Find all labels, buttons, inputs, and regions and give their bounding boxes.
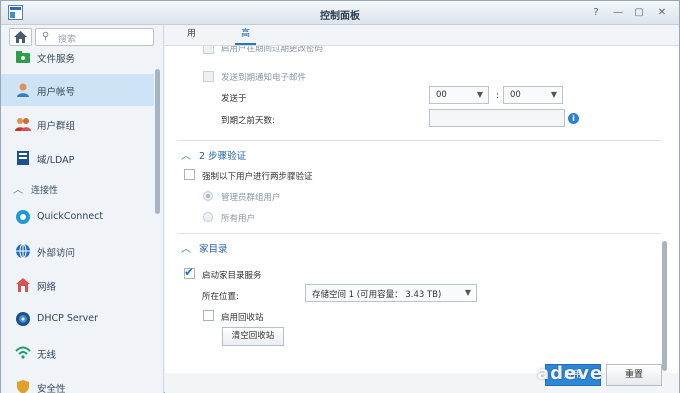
quickconnect-icon [15, 209, 31, 225]
sidebar-item-external-access[interactable]: 外部访问 [1, 235, 154, 267]
days-before-input[interactable] [429, 109, 565, 127]
sidebar-item-label: 无线 [37, 350, 57, 361]
twostep-section-title: 2 步骤验证 [199, 151, 247, 162]
info-icon[interactable]: i [568, 113, 579, 124]
admins-radio[interactable] [203, 191, 213, 201]
window-title: 控制面板 [320, 11, 360, 22]
sidebar-item-user-groups[interactable]: 用户群组 [1, 108, 154, 140]
sidebar-item-domain-ldap[interactable]: 域/LDAP [1, 142, 154, 174]
recycle-bin-checkbox[interactable] [203, 310, 214, 321]
expiry-notify-label: 发送到期通知电子邮件 [221, 73, 307, 83]
empty-recycle-bin-button[interactable]: 清空回收站 [222, 327, 284, 346]
sidebar-item-label: 文件服务 [37, 54, 76, 65]
divider [177, 233, 661, 234]
shield-icon [15, 379, 31, 393]
chevron-down-icon: ▼ [476, 90, 483, 99]
enforce-twostep-label: 强制以下用户进行两步骤验证 [202, 172, 313, 182]
sidebar-item-label: QuickConnect [37, 211, 104, 222]
minimize-icon[interactable]: — [611, 6, 625, 20]
sidebar-item-label: 安全性 [37, 384, 66, 393]
days-before-label: 到期之前天数: [221, 116, 275, 126]
help-icon[interactable]: ? [589, 6, 603, 20]
title-bar: 控制面板 ? — ▢ ✕ [1, 1, 679, 25]
sidebar-item-label: DHCP Server [37, 313, 98, 324]
sidebar-section-label: 连接性 [31, 186, 59, 196]
sidebar-item-label: 外部访问 [37, 248, 76, 259]
admins-radio-label: 管理员群组用户 [221, 193, 281, 203]
sidebar-item-label: 用户帐号 [37, 87, 76, 98]
dhcp-icon [15, 311, 31, 327]
all-users-radio[interactable] [203, 212, 213, 222]
sidebar-item-label: 域/LDAP [37, 155, 75, 166]
time-colon: : [496, 91, 499, 101]
all-users-radio-label: 所有用户 [221, 214, 256, 224]
close-icon[interactable]: ✕ [655, 6, 669, 20]
watermark-text: adeve [537, 363, 604, 384]
wifi-icon [15, 345, 31, 361]
sidebar-item-network[interactable]: 网络 [1, 269, 154, 301]
content-scrollbar[interactable] [662, 241, 667, 371]
chevron-down-icon: ▼ [550, 90, 557, 99]
network-icon [15, 277, 31, 293]
sidebar-item-security[interactable]: 安全性 [1, 371, 154, 393]
hour-select[interactable]: 00 ▼ [429, 86, 489, 104]
expiry-notify-checkbox[interactable] [203, 71, 214, 82]
minute-select[interactable]: 00 ▼ [503, 86, 563, 104]
sidebar-item-label: 用户群组 [37, 121, 76, 132]
main-content: 用户帐号 高级设置 启用户在期间过期更改密码 发送到期通知电子邮件 发送于 00… [165, 25, 679, 393]
home-section-title: 家目录 [199, 244, 228, 255]
enable-home-label: 启动家目录服务 [202, 271, 262, 281]
enforce-twostep-checkbox[interactable] [184, 169, 195, 180]
domain-ldap-icon [15, 150, 31, 166]
tab-advanced-settings[interactable]: 高级设置 [235, 25, 257, 93]
password-change-label: 启用户在期间过期更改密码 [221, 45, 324, 54]
chevron-down-icon: ▼ [464, 288, 471, 297]
sidebar-item-quickconnect[interactable]: QuickConnect [1, 201, 154, 233]
maximize-icon[interactable]: ▢ [632, 6, 646, 20]
send-at-label: 发送于 [221, 94, 247, 104]
checkmark-icon: ✔ [184, 265, 195, 279]
minute-value: 00 [510, 90, 521, 100]
globe-icon [15, 243, 31, 259]
tab-user-accounts[interactable]: 用户帐号 [181, 25, 202, 93]
location-label: 所在位置: [202, 292, 239, 302]
chevron-up-icon: ︿ [181, 151, 191, 162]
sidebar-item-dhcp-server[interactable]: DHCP Server [1, 303, 154, 335]
divider [177, 140, 661, 141]
sidebar-section-connectivity[interactable]: ︿ 连接性 [1, 178, 154, 198]
password-change-checkbox[interactable] [203, 46, 214, 54]
folder-share-icon [15, 49, 31, 65]
sidebar-item-user-accounts[interactable]: 用户帐号 [1, 74, 154, 106]
recycle-bin-label: 启用回收站 [221, 313, 264, 323]
location-select[interactable]: 存储空间 1 (可用容量： 3.43 TB) ▼ [305, 284, 477, 302]
user-icon [15, 82, 31, 98]
chevron-up-icon: ︿ [181, 244, 191, 255]
user-group-icon [15, 116, 31, 132]
hour-value: 00 [436, 90, 447, 100]
control-panel-window: 控制面板 ? — ▢ ✕ ⚲ 搜索 文件服务 用户帐号 用户群组 域/LDAP … [0, 0, 680, 393]
sidebar-item-wireless[interactable]: 无线 [1, 337, 154, 369]
sidebar-scrollbar[interactable] [155, 69, 160, 214]
location-value: 存储空间 1 (可用容量： 3.43 TB) [312, 290, 442, 300]
sidebar-item-label: 网络 [37, 282, 57, 293]
sidebar-item-file-services[interactable]: 文件服务 [1, 41, 154, 73]
reset-button[interactable]: 重置 [606, 364, 662, 386]
chevron-up-icon: ︿ [13, 185, 23, 196]
sidebar: ⚲ 搜索 文件服务 用户帐号 用户群组 域/LDAP ︿ 连接性 QuickCo… [1, 25, 164, 393]
advanced-settings-panel: 启用户在期间过期更改密码 发送到期通知电子邮件 发送于 00 ▼ : 00 ▼ … [165, 45, 679, 373]
